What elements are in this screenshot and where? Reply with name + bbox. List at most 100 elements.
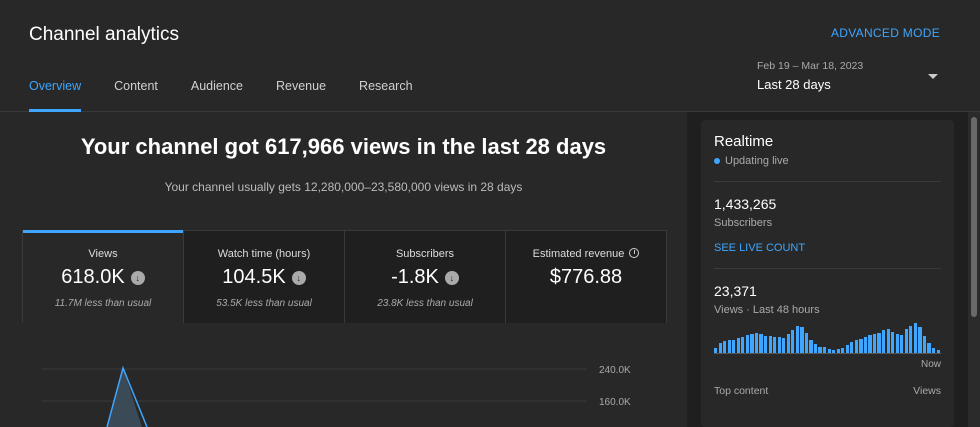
- realtime-bar: [900, 335, 904, 353]
- realtime-bar: [804, 333, 809, 353]
- realtime-bar: [836, 349, 840, 353]
- overview-subline: Your channel usually gets 12,280,000–23,…: [164, 180, 523, 194]
- realtime-bar: [745, 335, 750, 353]
- realtime-bar: [754, 333, 759, 353]
- realtime-bar: [913, 323, 918, 353]
- realtime-bar: [850, 342, 854, 353]
- realtime-bar: [845, 345, 849, 353]
- realtime-bar: [763, 336, 768, 353]
- metric-value: -1.8K: [391, 266, 439, 288]
- realtime-bar: [818, 347, 822, 353]
- realtime-bar: [736, 338, 740, 353]
- realtime-bar: [827, 349, 831, 353]
- realtime-bar: [718, 343, 722, 353]
- divider: [714, 268, 941, 269]
- realtime-bar: [872, 334, 877, 353]
- overview-headline: Your channel got 617,966 views in the la…: [80, 134, 607, 159]
- realtime-bar: [777, 337, 781, 353]
- chevron-down-icon: [928, 74, 938, 79]
- realtime-bar: [863, 337, 868, 353]
- metric-note: 11.7M less than usual: [54, 298, 152, 309]
- advanced-mode-button[interactable]: ADVANCED MODE: [831, 26, 940, 40]
- series-area: [107, 368, 142, 427]
- page-title: Channel analytics: [29, 24, 179, 45]
- metric-label: Watch time (hours): [217, 248, 311, 260]
- realtime-bar: [877, 333, 881, 353]
- realtime-bar-chart: [714, 323, 941, 354]
- realtime-bar: [868, 335, 872, 353]
- realtime-bar: [882, 330, 886, 353]
- realtime-bar: [931, 348, 936, 353]
- views-label: Views · Last 48 hours: [714, 304, 820, 316]
- realtime-bar: [723, 341, 727, 353]
- tab-bar: Overview Content Audience Revenue Resear…: [29, 79, 446, 112]
- divider: [714, 181, 941, 182]
- y-tick-label: 160.0K: [599, 397, 631, 408]
- metric-cards: Views 618.0K ↓ 11.7M less than usual Watc…: [22, 230, 667, 323]
- metric-card-views[interactable]: Views 618.0K ↓ 11.7M less than usual: [23, 230, 184, 323]
- realtime-bar: [909, 326, 913, 353]
- realtime-bar: [859, 339, 863, 353]
- header: Channel analytics ADVANCED MODE Overview…: [0, 0, 980, 112]
- realtime-bar: [800, 327, 804, 353]
- metric-label: Estimated revenue: [532, 248, 625, 260]
- realtime-bar: [741, 337, 745, 353]
- realtime-title: Realtime: [714, 133, 774, 150]
- metric-card-watch-time[interactable]: Watch time (hours) 104.5K ↓ 53.5K less th…: [184, 231, 345, 323]
- date-range-dates: Feb 19 – Mar 18, 2023: [757, 60, 864, 72]
- realtime-bar: [791, 330, 795, 353]
- realtime-bar: [782, 338, 786, 353]
- metric-card-revenue[interactable]: Estimated revenue $776.88: [506, 231, 666, 323]
- arrow-down-icon: ↓: [130, 270, 145, 285]
- metric-note: 53.5K less than usual: [216, 298, 312, 309]
- tab-revenue[interactable]: Revenue: [276, 79, 326, 112]
- arrow-down-icon: ↓: [291, 270, 306, 285]
- date-range-selector[interactable]: Feb 19 – Mar 18, 2023 Last 28 days: [757, 60, 942, 92]
- realtime-bar: [768, 336, 772, 353]
- clock-icon: [629, 248, 640, 258]
- realtime-bar: [927, 343, 931, 353]
- y-tick-label: 240.0K: [599, 365, 631, 376]
- realtime-bar: [795, 326, 799, 353]
- realtime-bar: [936, 350, 940, 353]
- realtime-card: Realtime Updating live 1,433,265 Subscri…: [701, 120, 954, 427]
- tab-audience[interactable]: Audience: [191, 79, 243, 112]
- realtime-status-label: Updating live: [725, 155, 789, 167]
- live-dot-icon: [714, 158, 720, 164]
- realtime-bar: [714, 348, 718, 353]
- realtime-bar: [786, 334, 790, 353]
- realtime-bar: [854, 340, 858, 353]
- realtime-bar: [832, 350, 836, 353]
- realtime-bar: [773, 337, 777, 353]
- metric-label: Subscribers: [395, 248, 455, 260]
- realtime-bar: [891, 332, 895, 353]
- scrollbar-thumb[interactable]: [971, 117, 977, 317]
- realtime-bar: [732, 340, 736, 353]
- date-range-period: Last 28 days: [757, 77, 831, 92]
- metric-value: $776.88: [549, 266, 623, 288]
- realtime-bar: [895, 334, 899, 353]
- realtime-bar: [813, 344, 818, 353]
- realtime-bar: [759, 334, 763, 353]
- tab-overview[interactable]: Overview: [29, 79, 82, 112]
- realtime-bar: [904, 329, 908, 353]
- metric-value: 618.0K: [61, 266, 125, 288]
- metric-card-subscribers[interactable]: Subscribers -1.8K ↓ 23.8K less than usual: [345, 231, 506, 323]
- realtime-bar: [922, 336, 927, 353]
- metric-value: 104.5K: [222, 266, 286, 288]
- realtime-bar: [886, 329, 890, 353]
- tab-content[interactable]: Content: [114, 79, 158, 112]
- realtime-bar: [918, 327, 922, 353]
- metric-note: 23.8K less than usual: [377, 298, 473, 309]
- tab-research[interactable]: Research: [359, 79, 413, 112]
- arrow-down-icon: ↓: [444, 270, 459, 285]
- realtime-bar: [727, 340, 731, 353]
- now-label: Now: [920, 359, 941, 370]
- views-chart: 240.0K 160.0K: [42, 365, 631, 427]
- see-live-count-link[interactable]: SEE LIVE COUNT: [714, 242, 941, 254]
- scrollbar[interactable]: [968, 112, 980, 427]
- metric-label: Views: [88, 248, 118, 260]
- realtime-bar: [841, 348, 845, 353]
- realtime-bar: [823, 347, 827, 353]
- subscriber-label: Subscribers: [714, 217, 773, 229]
